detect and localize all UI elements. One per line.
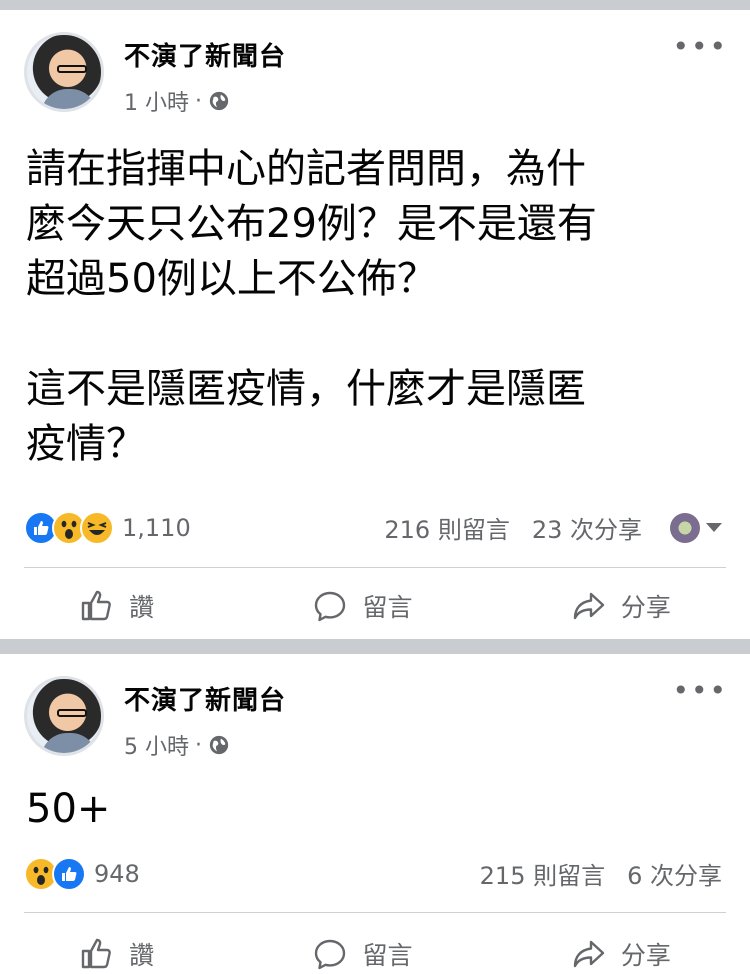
post-text: 50+ xyxy=(26,786,111,832)
reaction-count: 1,110 xyxy=(122,513,191,542)
reaction-count: 948 xyxy=(94,859,140,888)
comment-button[interactable]: 留言 xyxy=(312,936,413,972)
post-header: 不演了新聞台 5 小時 · xyxy=(24,676,286,761)
thumbs-up-icon xyxy=(81,938,112,969)
divider xyxy=(24,567,726,568)
comment-icon xyxy=(315,939,346,970)
like-label: 讚 xyxy=(129,941,155,970)
thumbs-up-icon xyxy=(81,590,112,621)
share-label: 分享 xyxy=(620,593,671,622)
chevron-down-icon xyxy=(706,523,722,532)
globe-icon xyxy=(209,735,229,755)
haha-reaction-icon xyxy=(80,510,114,545)
post-card: 不演了新聞台 5 小時 · ••• 50+ 948 215 則留言 6 次分享 … xyxy=(0,654,750,974)
page-name[interactable]: 不演了新聞台 xyxy=(124,36,286,73)
like-button[interactable]: 讚 xyxy=(79,588,154,624)
comment-label: 留言 xyxy=(362,593,413,622)
avatar-shirt xyxy=(41,733,97,753)
post-timestamp[interactable]: 5 小時 xyxy=(124,729,189,761)
post-separator xyxy=(0,639,750,654)
post-meta: 不演了新聞台 1 小時 · xyxy=(124,36,286,117)
page-avatar[interactable] xyxy=(24,676,104,756)
comment-label: 留言 xyxy=(362,941,413,970)
post-card: 不演了新聞台 1 小時 · ••• 請在指揮中心的記者問問，為什 麼今天只公布2… xyxy=(0,10,750,639)
post-header: 不演了新聞台 1 小時 · xyxy=(24,32,286,117)
post-text: 請在指揮中心的記者問問，為什 麼今天只公布29例？是不是還有 超過50例以上不公… xyxy=(26,146,597,467)
like-reaction-icon xyxy=(52,856,86,891)
like-label: 讚 xyxy=(129,593,155,622)
post-timestamp[interactable]: 1 小時 xyxy=(124,85,189,117)
more-options-icon[interactable]: ••• xyxy=(672,677,728,705)
post-stats: 1,110 216 則留言 23 次分享 xyxy=(24,510,722,545)
avatar-glasses xyxy=(57,709,87,717)
comment-button[interactable]: 留言 xyxy=(312,588,413,624)
shares-count[interactable]: 23 次分享 xyxy=(532,510,642,545)
dot-separator: · xyxy=(195,732,202,758)
viewer-avatar xyxy=(670,512,700,543)
globe-icon xyxy=(209,91,229,111)
action-bar: 讚 留言 分享 xyxy=(0,936,750,972)
reactions-summary[interactable]: 1,110 xyxy=(24,510,191,545)
post-stats: 948 215 則留言 6 次分享 xyxy=(24,856,722,891)
share-button[interactable]: 分享 xyxy=(571,588,671,624)
action-bar: 讚 留言 分享 xyxy=(0,588,750,624)
share-button[interactable]: 分享 xyxy=(571,936,671,972)
top-gap xyxy=(0,0,750,10)
share-icon xyxy=(573,592,605,620)
avatar-shirt xyxy=(41,89,97,109)
page-avatar[interactable] xyxy=(24,32,104,112)
comments-count[interactable]: 215 則留言 xyxy=(480,856,605,891)
post-time-row: 1 小時 · xyxy=(124,85,286,117)
reactions-summary[interactable]: 948 xyxy=(24,856,140,891)
page-name[interactable]: 不演了新聞台 xyxy=(124,680,286,717)
like-button[interactable]: 讚 xyxy=(79,936,154,972)
comment-icon xyxy=(315,591,346,622)
divider xyxy=(24,912,726,913)
shares-count[interactable]: 6 次分享 xyxy=(627,856,722,891)
engagement-counts: 216 則留言 23 次分享 xyxy=(384,510,722,545)
share-label: 分享 xyxy=(620,941,671,970)
comments-count[interactable]: 216 則留言 xyxy=(384,510,509,545)
post-meta: 不演了新聞台 5 小時 · xyxy=(124,680,286,761)
audience-selector[interactable] xyxy=(664,512,722,543)
dot-separator: · xyxy=(195,88,202,114)
engagement-counts: 215 則留言 6 次分享 xyxy=(480,856,722,891)
post-time-row: 5 小時 · xyxy=(124,729,286,761)
more-options-icon[interactable]: ••• xyxy=(672,33,728,61)
share-icon xyxy=(573,940,605,968)
avatar-glasses xyxy=(57,65,87,73)
